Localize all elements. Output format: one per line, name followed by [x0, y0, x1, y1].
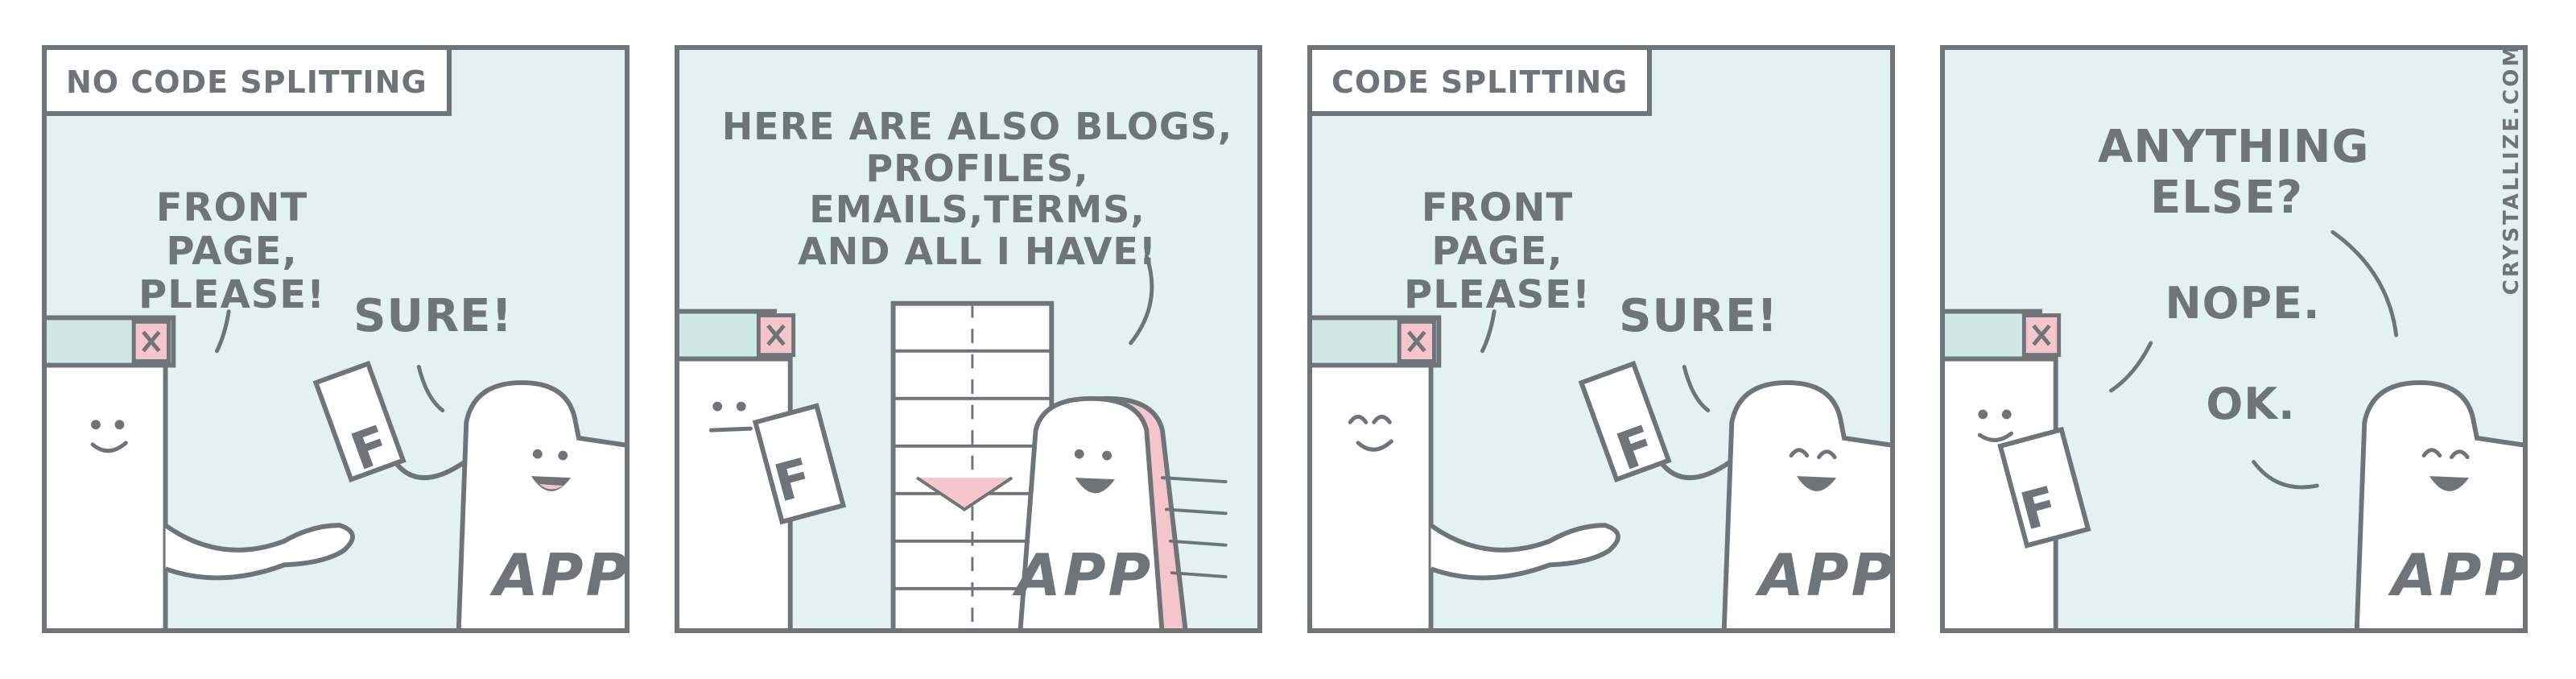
- app-label: APP: [493, 541, 630, 609]
- panel-2: HERE ARE ALSO BLOGS, PROFILES, EMAILS,TE…: [675, 45, 1262, 633]
- browser-speech: NOPE.: [2165, 278, 2321, 329]
- app-label: APP: [1016, 541, 1154, 609]
- panel-1: NO CODE SPLITTING FRONT PAGE, PLEASE! SU…: [42, 45, 630, 633]
- app-reply: OK.: [2206, 379, 2296, 429]
- credit-text: CRYSTALLIZE.COM: [2500, 43, 2524, 296]
- app-speech: HERE ARE ALSO BLOGS, PROFILES, EMAILS,TE…: [721, 105, 1233, 273]
- panel-3: CODE SPLITTING FRONT PAGE, PLEASE! SURE!…: [1307, 45, 1895, 633]
- panel-label: CODE SPLITTING: [1312, 50, 1653, 116]
- app-speech: ANYTHING ELSE?: [2098, 121, 2370, 224]
- browser-speech: FRONT PAGE, PLEASE!: [138, 185, 325, 317]
- app-speech: SURE!: [1619, 290, 1778, 342]
- credit-text-wrapper: CRYSTALLIZE.COM: [2496, 43, 2528, 295]
- app-label: APP: [2392, 541, 2528, 609]
- app-speech: SURE!: [353, 290, 513, 342]
- browser-speech: FRONT PAGE, PLEASE!: [1404, 185, 1591, 317]
- panel-label: NO CODE SPLITTING: [47, 50, 452, 116]
- browser-character: [1312, 315, 1442, 628]
- app-label: APP: [1759, 541, 1895, 609]
- panel-4: ANYTHING ELSE? NOPE. OK. F APP: [1940, 45, 2528, 633]
- browser-character: [47, 315, 176, 628]
